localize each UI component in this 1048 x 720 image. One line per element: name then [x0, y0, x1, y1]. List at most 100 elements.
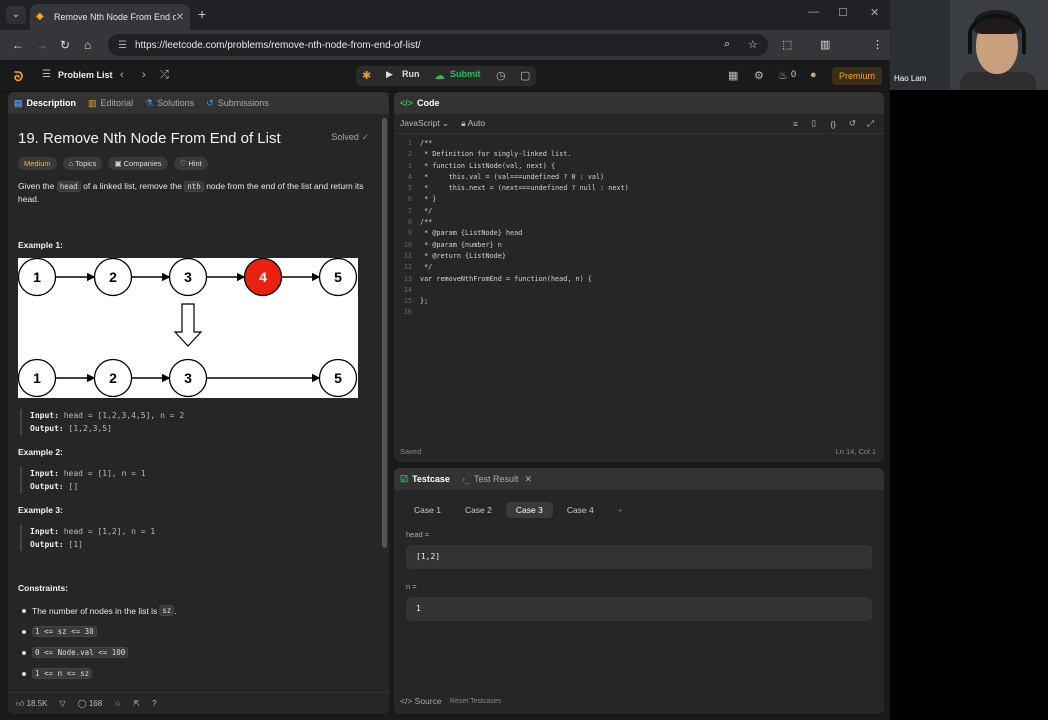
headphones-icon	[968, 14, 1026, 54]
difficulty-badge[interactable]: Medium	[18, 157, 57, 170]
submit-cloud-icon: ☁	[434, 70, 445, 82]
code-line: 5 * this.next = (next===undefined ? null…	[394, 183, 884, 194]
source-button[interactable]: </> Source	[400, 696, 442, 706]
browser-tab[interactable]: ◆ Remove Nth Node From End o ✕	[30, 4, 190, 30]
share-icon[interactable]: ⇱	[133, 699, 140, 708]
code-text: * @param {number} n	[420, 240, 502, 249]
favorite-star-icon[interactable]: ☆	[114, 699, 121, 708]
minimize-icon[interactable]: —	[808, 6, 819, 18]
auto-mode-toggle[interactable]: 🔒︎ Auto	[461, 118, 485, 129]
code-editor[interactable]: 1 /** 2 * Definition for singly-linked lis…	[394, 138, 884, 319]
fullscreen-icon[interactable]: ⤢	[867, 118, 874, 129]
back-icon[interactable]: ←	[12, 38, 24, 52]
url-field[interactable]: ☰ https://leetcode.com/problems/remove-n…	[108, 34, 768, 56]
layout-grid-icon[interactable]: ▦	[728, 69, 738, 82]
diagram-node: 1	[33, 370, 41, 386]
hint-tag[interactable]: ♡ Hint	[173, 157, 208, 170]
site-info-icon[interactable]: ☰	[118, 40, 127, 51]
forward-icon[interactable]: →	[36, 38, 48, 52]
tab-test-result[interactable]: ›_ Test Result ✕	[462, 474, 532, 485]
tab-close-icon[interactable]: ✕	[176, 12, 184, 23]
diagram-node: 5	[334, 370, 342, 386]
reset-code-icon[interactable]: ↺	[849, 118, 856, 129]
comments-button[interactable]: ◯ 168	[78, 699, 103, 708]
add-case-button[interactable]: +	[608, 502, 633, 518]
help-icon[interactable]: ?	[152, 699, 156, 708]
bookmark-icon[interactable]: ▯	[811, 118, 816, 129]
like-button[interactable]: 👍︎ 18.5K	[16, 699, 48, 709]
leetcode-logo-icon[interactable]: ᘐ	[14, 69, 23, 85]
diagram-node: 5	[334, 269, 342, 285]
menu-kebab-icon[interactable]: ⋮	[872, 38, 883, 51]
shuffle-icon[interactable]: ⤮	[160, 69, 169, 82]
tab-submissions[interactable]: ↺ Submissions	[206, 98, 269, 109]
case-tabs: Case 1 Case 2 Case 3 Case 4 +	[404, 502, 637, 518]
home-icon[interactable]: ⌂	[84, 38, 91, 52]
code-text: /**	[420, 218, 433, 227]
language-select[interactable]: JavaScript ⌄	[400, 118, 449, 129]
topics-tag[interactable]: ⌂ Topics	[62, 157, 103, 170]
tab-code[interactable]: </> Code	[400, 98, 440, 108]
prev-problem-icon[interactable]: ‹	[120, 69, 124, 81]
case-tab[interactable]: Case 4	[557, 502, 604, 518]
code-text: * this.val = (val===undefined ? 0 : val)	[420, 172, 605, 181]
close-result-icon[interactable]: ✕	[524, 474, 532, 485]
reload-icon[interactable]: ↻	[60, 38, 70, 52]
tab-solutions[interactable]: ⚗ Solutions	[145, 98, 194, 109]
extensions-icon[interactable]: ⬚	[782, 38, 792, 51]
sidebar-icon[interactable]: ▥	[820, 38, 830, 51]
n-input[interactable]: 1	[406, 597, 872, 621]
debug-icon[interactable]: ✱	[362, 69, 371, 82]
code-line: 3 * function ListNode(val, next) {	[394, 161, 884, 172]
code-line: 12 */	[394, 262, 884, 273]
reset-testcases-button[interactable]: Reset Testcases	[450, 698, 501, 705]
code-line: 15};	[394, 296, 884, 307]
address-bar-row: ← → ↻ ⌂ ☰ https://leetcode.com/problems/…	[0, 30, 890, 81]
user-avatar-icon[interactable]: ●	[810, 69, 817, 81]
leetcode-favicon-icon: ◆	[36, 11, 44, 22]
code-text: * function ListNode(val, next) {	[420, 161, 556, 170]
companies-tag[interactable]: ▣ Companies	[108, 157, 168, 170]
tab-editorial[interactable]: ▥ Editorial	[88, 98, 133, 109]
zoom-icon[interactable]: ⌕	[724, 38, 730, 51]
new-tab-button[interactable]: +	[198, 6, 206, 22]
case-tab-selected[interactable]: Case 3	[505, 502, 553, 518]
submissions-icon: ↺	[206, 97, 214, 108]
premium-button[interactable]: Premium	[832, 67, 882, 85]
diagram-node: 3	[184, 370, 192, 386]
submit-button[interactable]: Submit	[450, 69, 481, 79]
head-input[interactable]: [1,2]	[406, 545, 872, 569]
timer-icon[interactable]: ◷	[496, 69, 506, 82]
run-button[interactable]: Run	[402, 69, 420, 79]
format-icon[interactable]: ≡	[793, 119, 798, 129]
tab-search-button[interactable]: ⌄	[6, 6, 26, 24]
constraint-item: 1 <= sz <= 30	[18, 626, 379, 637]
code-text: */	[420, 263, 433, 272]
line-number: 8	[407, 218, 412, 227]
diagram-node: 2	[109, 370, 117, 386]
description-panel: ▤ Description ▥ Editorial ⚗ Solutions ↺ Subm…	[8, 92, 389, 714]
down-arrow-icon	[173, 303, 203, 347]
next-problem-icon[interactable]: ›	[142, 69, 146, 81]
problem-list-link[interactable]: Problem List	[58, 70, 113, 80]
maximize-icon[interactable]: ☐	[838, 6, 848, 19]
case-tab[interactable]: Case 1	[404, 502, 451, 518]
code-panel-header: </> Code	[394, 92, 884, 114]
description-icon: ▤	[14, 97, 23, 108]
bookmark-star-icon[interactable]: ☆	[748, 38, 758, 51]
tab-description[interactable]: ▤ Description	[14, 98, 76, 109]
line-number: 16	[403, 308, 412, 317]
close-window-icon[interactable]: ✕	[870, 6, 879, 19]
code-text: * @return {ListNode}	[420, 251, 506, 260]
braces-icon[interactable]: {}	[830, 119, 836, 129]
code-line: 4 * this.val = (val===undefined ? 0 : va…	[394, 172, 884, 183]
notes-icon[interactable]: ▢	[520, 69, 530, 82]
settings-gear-icon[interactable]: ⚙	[754, 69, 764, 82]
line-number: 15	[403, 297, 412, 306]
code-line: 10 * @param {number} n	[394, 240, 884, 251]
line-number: 9	[407, 229, 412, 238]
tab-testcase[interactable]: ☑ Testcase	[400, 474, 450, 485]
dislike-icon[interactable]: ▽	[60, 699, 66, 708]
testcase-check-icon: ☑	[400, 473, 409, 484]
case-tab[interactable]: Case 2	[455, 502, 502, 518]
